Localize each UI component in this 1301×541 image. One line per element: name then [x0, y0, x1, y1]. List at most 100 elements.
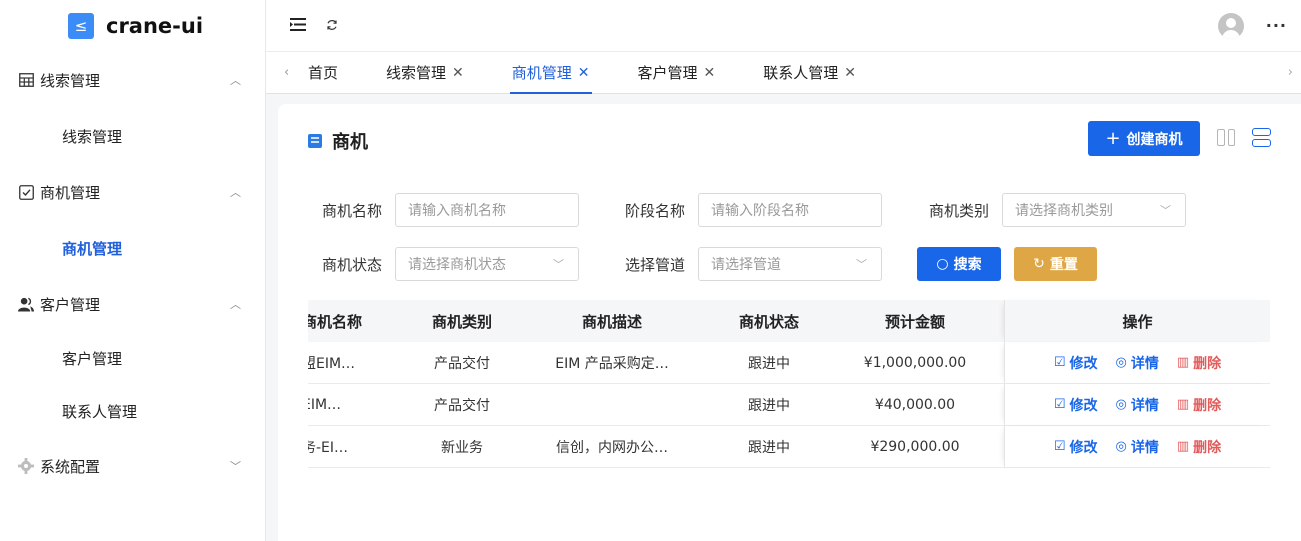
status-filter-select[interactable]: 请选择商机状态 ﹀ [395, 247, 579, 281]
table-row: 盟EIM… 产品交付 EIM 产品采购定… 跟进中 ¥1,000,000.00 … [308, 342, 1270, 384]
tab-label: 首页 [308, 64, 339, 82]
category-filter-placeholder: 请选择商机类别 [1015, 203, 1113, 219]
logo[interactable]: ≤ crane-ui [0, 0, 265, 52]
page-title: 商机 [308, 128, 368, 154]
sidebar-group-customers[interactable]: 客户管理 ︿ [0, 276, 265, 332]
gear-icon [18, 458, 34, 474]
tab-customers[interactable]: 客户管理 ✕ [636, 52, 718, 94]
more-icon[interactable]: ··· [1266, 16, 1287, 35]
tab-label: 线索管理 [386, 64, 447, 82]
sidebar-group-settings[interactable]: 系统配置 ﹀ [0, 438, 265, 494]
view-button[interactable]: ◎ 详情 [1116, 353, 1159, 373]
edit-icon: ☑ [1053, 397, 1066, 412]
tab-bar: ‹ 首页 线索管理 ✕ 商机管理 ✕ 客户管理 ✕ 联系人管理 ✕ › [266, 52, 1301, 94]
view-button[interactable]: ◎ 详情 [1116, 395, 1159, 415]
tab-contacts[interactable]: 联系人管理 ✕ [761, 52, 858, 94]
view-label: 详情 [1130, 355, 1159, 372]
row-view-icon[interactable] [1252, 128, 1271, 147]
sidebar-group-label: 客户管理 [40, 295, 101, 314]
sidebar-item-opportunities[interactable]: 商机管理 [0, 220, 265, 276]
refresh-icon[interactable] [326, 16, 338, 35]
reset-button-label: 重置 [1049, 257, 1078, 273]
tab-opportunities[interactable]: 商机管理 ✕ [509, 52, 592, 94]
sidebar-group-label: 商机管理 [40, 183, 101, 202]
sidebar-item-customers[interactable]: 客户管理 [0, 332, 265, 385]
column-header-description[interactable]: 商机描述 [512, 311, 712, 332]
close-icon[interactable]: ✕ [704, 65, 716, 81]
edit-label: 修改 [1069, 355, 1098, 372]
chevron-up-icon: ︿ [230, 186, 241, 199]
sidebar-group-leads[interactable]: 线索管理 ︿ [0, 52, 265, 108]
pipeline-filter-label: 选择管道 [624, 256, 685, 274]
cell-name: 务-EI… [308, 439, 349, 456]
table-row: 务-EI… 新业务 信创，内网办公… 跟进中 ¥290,000.00 ☑ 修改 ◎… [308, 426, 1270, 468]
column-header-name[interactable]: 商机名称 [308, 311, 412, 332]
column-header-category[interactable]: 商机类别 [412, 311, 512, 332]
eye-icon: ◎ [1115, 439, 1127, 454]
cell-category: 新业务 [441, 439, 483, 456]
cell-actions: ☑ 修改 ◎ 详情 ▥ 删除 [1004, 384, 1270, 425]
chevron-down-icon: ﹀ [856, 258, 867, 271]
search-button[interactable]: ○ 搜索 [917, 247, 1001, 281]
tab-label: 商机管理 [511, 64, 572, 82]
cell-name: EIM… [308, 396, 342, 413]
search-icon: ○ [936, 256, 949, 272]
category-filter-select[interactable]: 请选择商机类别 ﹀ [1002, 193, 1186, 227]
delete-label: 删除 [1193, 397, 1222, 414]
edit-icon: ☑ [1053, 355, 1066, 370]
plus-icon: + [1105, 128, 1121, 149]
document-icon [308, 134, 322, 148]
edit-button[interactable]: ☑ 修改 [1054, 437, 1098, 457]
sidebar-group-opportunities[interactable]: 商机管理 ︿ [0, 164, 265, 220]
column-view-icon[interactable] [1217, 129, 1235, 146]
view-button[interactable]: ◎ 详情 [1116, 437, 1159, 457]
sidebar-group-label: 线索管理 [40, 71, 101, 90]
table-icon [18, 72, 34, 88]
status-filter-placeholder: 请选择商机状态 [408, 257, 506, 273]
column-header-status[interactable]: 商机状态 [712, 311, 826, 332]
chevron-down-icon: ﹀ [553, 258, 564, 271]
chevron-left-icon[interactable]: ‹ [284, 65, 306, 80]
delete-button[interactable]: ▥ 删除 [1177, 395, 1221, 415]
top-header: ··· [266, 0, 1301, 52]
close-icon[interactable]: ✕ [452, 65, 464, 81]
view-label: 详情 [1130, 397, 1159, 414]
app-name: crane-ui [106, 14, 204, 38]
view-label: 详情 [1130, 439, 1159, 456]
status-filter-label: 商机状态 [321, 256, 382, 274]
name-filter-input[interactable]: 请输入商机名称 [395, 193, 579, 227]
user-icon [18, 296, 34, 312]
table-row: EIM… 产品交付 跟进中 ¥40,000.00 ☑修改 ◎详情 ▥删除 [308, 384, 1270, 426]
reset-button[interactable]: ↻ 重置 [1014, 247, 1097, 281]
delete-button[interactable]: ▥ 删除 [1177, 437, 1221, 457]
close-icon[interactable]: ✕ [578, 65, 590, 81]
menu-fold-icon[interactable] [290, 16, 306, 35]
close-icon[interactable]: ✕ [844, 65, 856, 81]
tab-label: 客户管理 [637, 64, 698, 82]
eye-icon: ◎ [1115, 397, 1127, 412]
cell-actions: ☑ 修改 ◎ 详情 ▥ 删除 [1004, 426, 1270, 467]
create-opportunity-button[interactable]: + 创建商机 [1088, 121, 1200, 156]
edit-button[interactable]: ☑ 修改 [1054, 353, 1098, 373]
chevron-right-icon[interactable]: › [1288, 65, 1293, 80]
edit-icon: ☑ [1053, 439, 1066, 454]
trash-icon: ▥ [1176, 355, 1190, 370]
cell-description: 信创，内网办公… [556, 439, 668, 456]
column-header-amount[interactable]: 预计金额 [826, 311, 1004, 332]
page-title-text: 商机 [332, 132, 368, 153]
sidebar-item-leads[interactable]: 线索管理 [0, 108, 265, 164]
edit-button[interactable]: ☑ 修改 [1054, 395, 1098, 415]
cell-status: 跟进中 [748, 397, 790, 414]
pipeline-filter-select[interactable]: 请选择管道 ﹀ [698, 247, 882, 281]
cell-category: 产品交付 [434, 355, 490, 372]
stage-filter-label: 阶段名称 [624, 202, 685, 220]
trash-icon: ▥ [1176, 397, 1190, 412]
sidebar-item-contacts[interactable]: 联系人管理 [0, 385, 265, 438]
cell-status: 跟进中 [748, 439, 790, 456]
delete-button[interactable]: ▥ 删除 [1177, 353, 1221, 373]
user-avatar[interactable] [1217, 12, 1244, 39]
tab-leads[interactable]: 线索管理 ✕ [384, 52, 466, 94]
stage-filter-input[interactable]: 请输入阶段名称 [698, 193, 882, 227]
tab-home[interactable]: 首页 [306, 52, 340, 94]
opportunity-table: 商机名称 商机类别 商机描述 商机状态 预计金额 操作 盟EIM… 产品交付 E… [308, 300, 1270, 468]
